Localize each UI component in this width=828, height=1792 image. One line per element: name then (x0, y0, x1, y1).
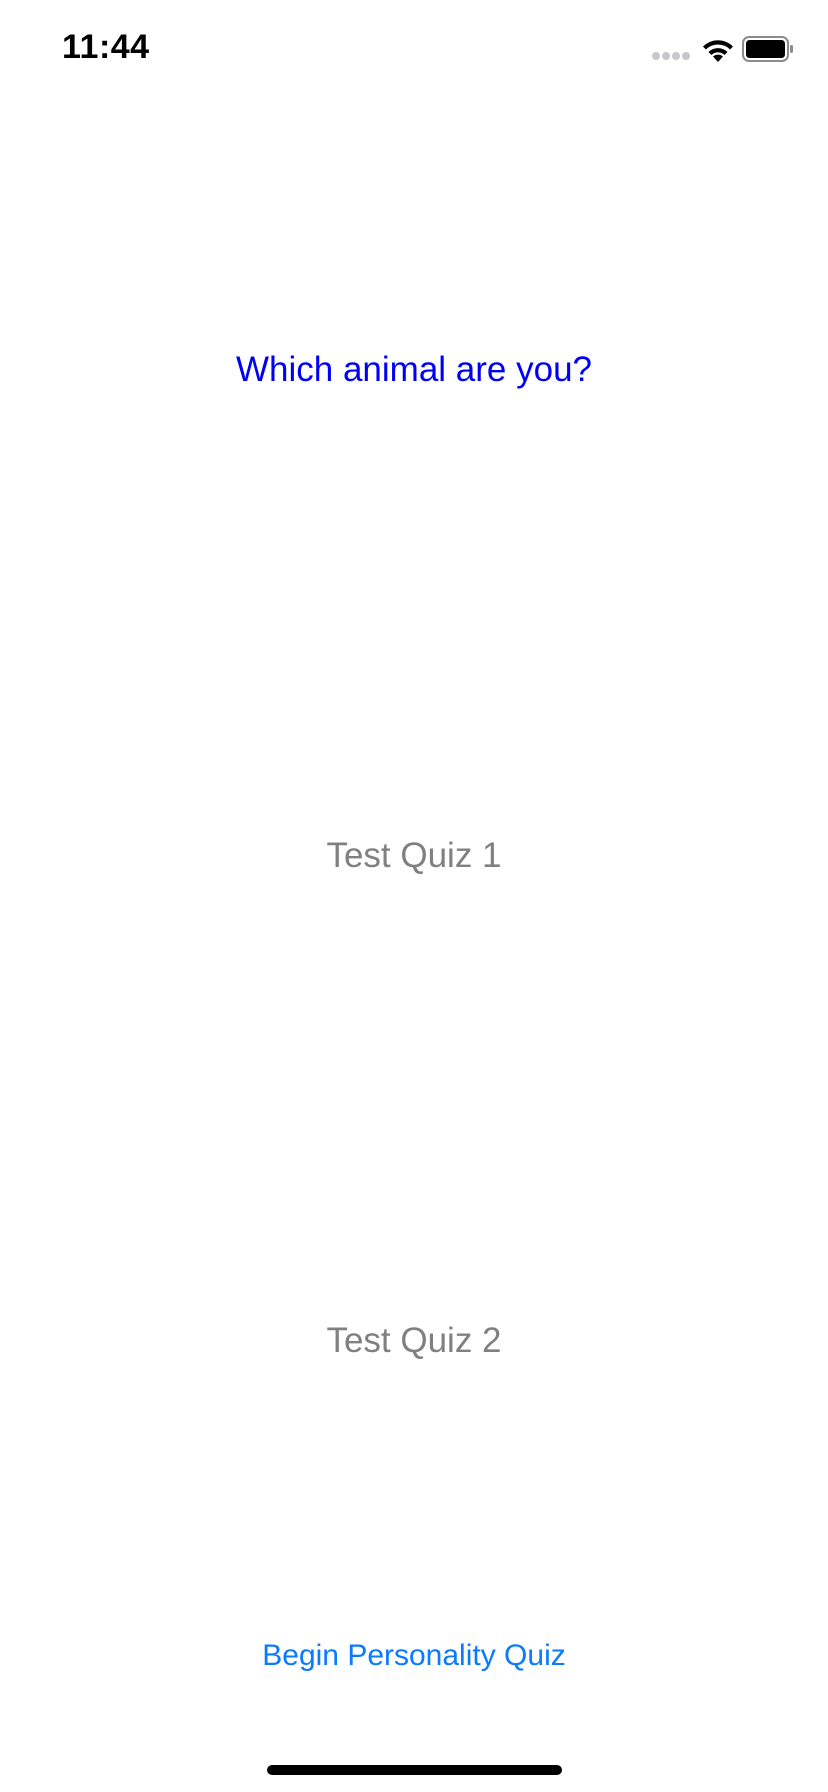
quiz-option-2: Test Quiz 2 (326, 1321, 502, 1360)
wifi-icon (703, 40, 733, 62)
quiz-option-1: Test Quiz 1 (326, 836, 502, 875)
battery-icon (742, 36, 793, 62)
quiz-title: Which animal are you? (236, 350, 592, 389)
cellular-signal-icon (652, 52, 692, 62)
status-bar: 11:44 (0, 0, 828, 100)
begin-quiz-button[interactable]: Begin Personality Quiz (214, 1626, 614, 1686)
status-time: 11:44 (62, 28, 150, 66)
home-indicator[interactable] (267, 1765, 562, 1775)
